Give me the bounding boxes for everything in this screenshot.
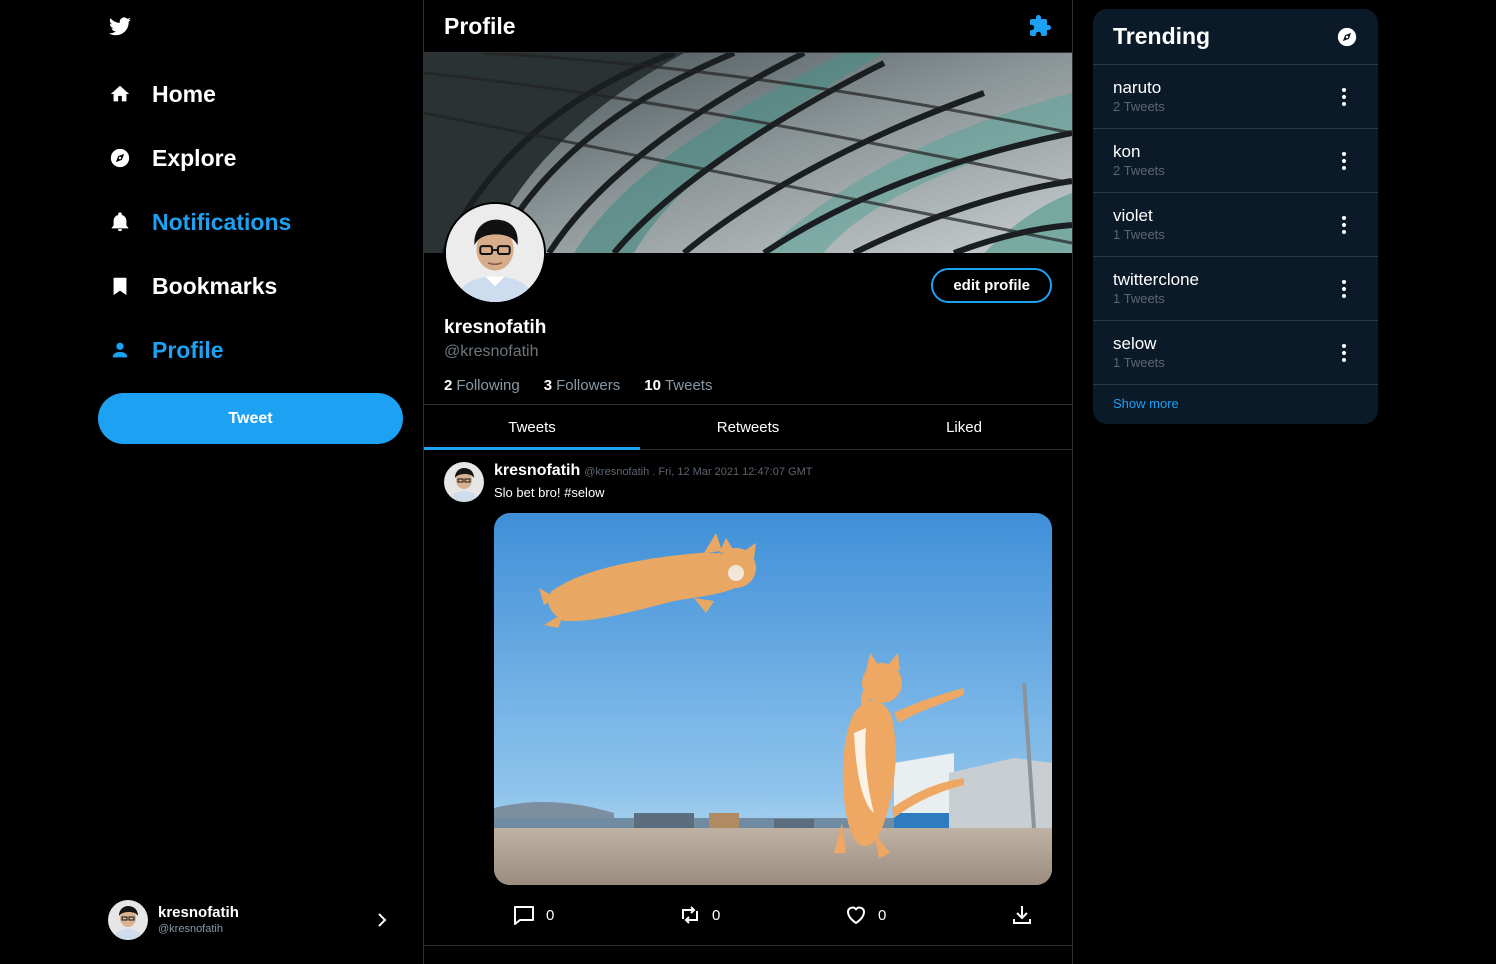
app-root: Home Explore Notifications Bookmarks Pro… xyxy=(0,0,1496,964)
account-names: kresnofatih @kresnofatih xyxy=(158,904,374,936)
trend-count: 1 Tweets xyxy=(1113,227,1165,242)
home-icon xyxy=(108,82,132,106)
tweet-body: kresnofatih @kresnofatih . Fri, 12 Mar 20… xyxy=(494,462,1052,885)
trend-count: 2 Tweets xyxy=(1113,99,1165,114)
tab-tweets[interactable]: Tweets xyxy=(424,405,640,450)
profile-name: kresnofatih xyxy=(444,317,547,338)
tweets-count: 10 xyxy=(644,377,661,394)
edit-profile-button[interactable]: edit profile xyxy=(931,268,1052,303)
reply-count: 0 xyxy=(546,906,555,924)
more-vertical-icon[interactable] xyxy=(1334,279,1354,299)
trending-title: Trending xyxy=(1113,23,1211,49)
more-vertical-icon[interactable] xyxy=(1334,343,1354,363)
nav-item-label: Home xyxy=(152,80,216,107)
account-handle: @kresnofatih xyxy=(158,923,223,935)
nav-item-home[interactable]: Home xyxy=(108,62,291,126)
following-label: Following xyxy=(456,377,520,394)
reply-button[interactable]: 0 xyxy=(512,903,678,927)
like-button[interactable]: 0 xyxy=(844,903,1010,927)
reply-icon xyxy=(514,906,534,925)
page-title: Profile xyxy=(444,12,516,39)
trend-tag: twitterclone xyxy=(1113,270,1199,289)
nav-item-notifications[interactable]: Notifications xyxy=(108,190,291,254)
retweet-button[interactable]: 0 xyxy=(678,903,844,927)
trend-count: 1 Tweets xyxy=(1113,355,1165,370)
download-button[interactable] xyxy=(1010,903,1044,927)
profile-stats: 2 Following 3 Followers 10 Tweets xyxy=(444,377,736,394)
profile-info: edit profile kresnofatih @kresnofatih 2F… xyxy=(424,202,1072,405)
chevron-right-icon xyxy=(378,913,387,927)
profile-avatar[interactable] xyxy=(444,202,546,304)
followers-stat[interactable]: 3 Followers xyxy=(544,377,621,394)
tweet-image[interactable] xyxy=(494,513,1052,885)
profile-tabs: Tweets Retweets Liked xyxy=(424,405,1072,450)
profile-handle: @kresnofatih xyxy=(444,343,539,360)
nav-item-label: Explore xyxy=(152,144,237,171)
retweet-icon xyxy=(682,906,698,924)
nav-item-profile[interactable]: Profile xyxy=(108,318,291,382)
tweets-stat: 10 Tweets xyxy=(644,377,712,394)
trend-count: 2 Tweets xyxy=(1113,163,1165,178)
twitter-bird-icon[interactable] xyxy=(108,15,132,39)
trend-item[interactable]: selow 1 Tweets xyxy=(1093,321,1378,385)
followers-label: Followers xyxy=(556,377,621,394)
download-icon xyxy=(1013,906,1031,924)
nav-item-label: Notifications xyxy=(152,208,292,235)
tweet-actions: 0 0 0 xyxy=(512,903,1072,927)
tweets-label: Tweets xyxy=(664,377,713,394)
more-vertical-icon[interactable] xyxy=(1334,87,1354,107)
trend-tag: selow xyxy=(1113,334,1157,353)
tweet-item[interactable]: kresnofatih @kresnofatih . Fri, 12 Mar 20… xyxy=(424,450,1072,946)
following-stat[interactable]: 2 Following xyxy=(444,377,520,394)
trend-item[interactable]: naruto 2 Tweets xyxy=(1093,65,1378,129)
trending-panel: Trending naruto 2 Tweets kon 2 Tweets vi… xyxy=(1093,9,1378,424)
left-sidebar: Home Explore Notifications Bookmarks Pro… xyxy=(0,0,423,964)
trend-tag: kon xyxy=(1113,142,1141,161)
account-switcher[interactable]: kresnofatih @kresnofatih xyxy=(108,898,398,942)
like-count: 0 xyxy=(878,906,887,924)
nav-item-explore[interactable]: Explore xyxy=(108,126,291,190)
trend-item[interactable]: violet 1 Tweets xyxy=(1093,193,1378,257)
trending-header: Trending xyxy=(1093,9,1378,65)
avatar xyxy=(108,900,148,940)
account-name: kresnofatih xyxy=(158,904,239,921)
tweet-author[interactable]: kresnofatih xyxy=(494,462,580,479)
main-nav: Home Explore Notifications Bookmarks Pro… xyxy=(108,62,291,382)
heart-icon xyxy=(846,906,866,925)
tweet-button[interactable]: Tweet xyxy=(98,393,403,444)
user-icon xyxy=(108,338,132,362)
trend-item[interactable]: kon 2 Tweets xyxy=(1093,129,1378,193)
show-more-link[interactable]: Show more xyxy=(1093,385,1378,422)
page-header: Profile xyxy=(424,0,1072,53)
nav-item-label: Profile xyxy=(152,336,224,363)
more-vertical-icon[interactable] xyxy=(1334,215,1354,235)
tweet-header: kresnofatih @kresnofatih . Fri, 12 Mar 20… xyxy=(494,462,1052,481)
nav-item-bookmarks[interactable]: Bookmarks xyxy=(108,254,291,318)
compass-icon[interactable] xyxy=(1336,26,1358,48)
tab-liked[interactable]: Liked xyxy=(856,405,1072,449)
compass-icon xyxy=(108,146,132,170)
following-count: 2 xyxy=(444,377,453,394)
main-column: Profile edit profile kresnofatih @kresno… xyxy=(423,0,1073,964)
tweet-meta: @kresnofatih . Fri, 12 Mar 2021 12:47:07… xyxy=(584,466,813,478)
followers-count: 3 xyxy=(543,377,553,394)
trend-count: 1 Tweets xyxy=(1113,291,1165,306)
more-vertical-icon[interactable] xyxy=(1334,151,1354,171)
puzzle-icon[interactable] xyxy=(1028,14,1052,38)
bell-icon xyxy=(108,210,132,234)
tweet-avatar[interactable] xyxy=(444,462,484,502)
tab-retweets[interactable]: Retweets xyxy=(640,405,856,449)
trend-tag: naruto xyxy=(1113,78,1162,97)
retweet-count: 0 xyxy=(712,906,721,924)
bookmark-icon xyxy=(108,274,132,298)
nav-item-label: Bookmarks xyxy=(152,272,278,299)
trend-item[interactable]: twitterclone 1 Tweets xyxy=(1093,257,1378,321)
trend-tag: violet xyxy=(1113,206,1153,225)
tweet-text: Slo bet bro! #selow xyxy=(494,485,605,500)
